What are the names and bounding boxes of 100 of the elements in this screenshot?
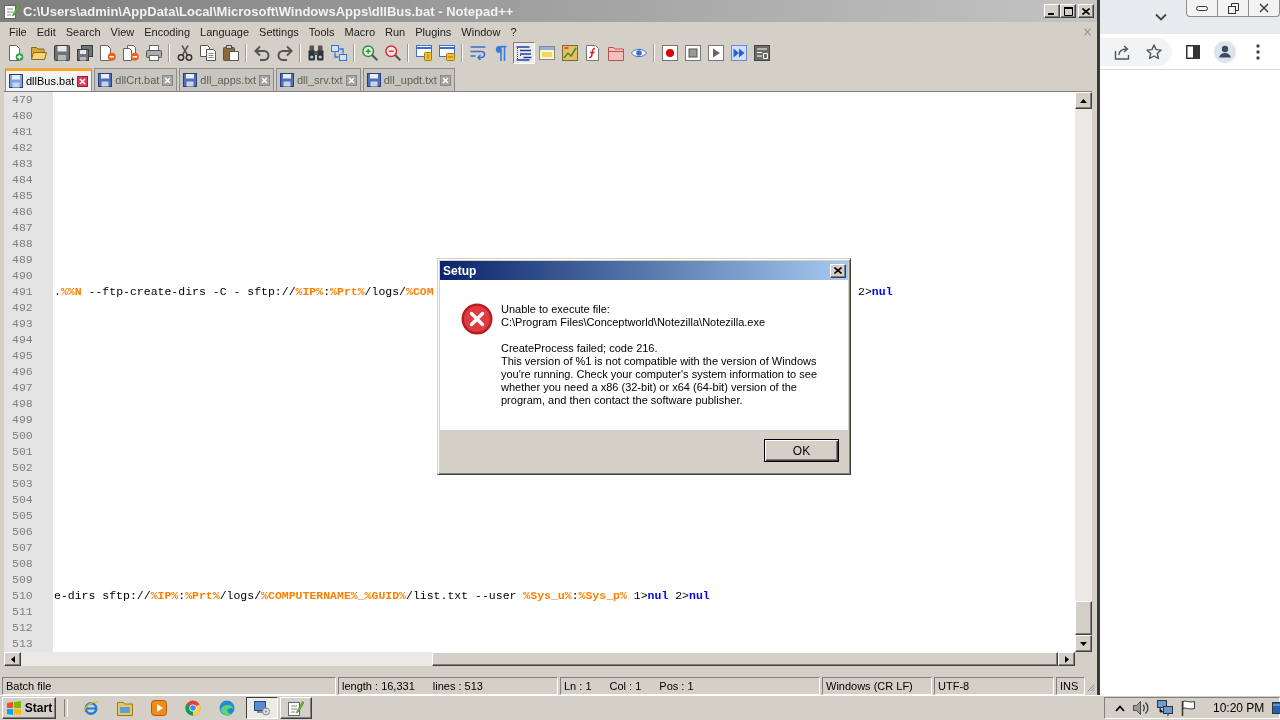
replace-icon[interactable]	[330, 45, 347, 61]
maximize-icon	[1063, 6, 1073, 16]
code-text: 2>nul	[858, 284, 893, 300]
network-icon[interactable]	[1157, 700, 1173, 716]
tab[interactable]: dll_apps.txt	[179, 68, 274, 91]
tab[interactable]: dllCrt.bat	[94, 68, 178, 91]
status-text: length : 16,331	[342, 680, 415, 692]
side-panel-icon[interactable]	[1186, 44, 1200, 59]
chevron-up-icon[interactable]	[1115, 704, 1125, 712]
tab[interactable]: dll_updt.txt	[362, 68, 455, 91]
stop-icon[interactable]	[684, 45, 701, 61]
close-button[interactable]	[1248, 0, 1280, 17]
line-number: 479	[4, 92, 53, 108]
zoom-out-icon[interactable]	[384, 45, 401, 61]
window-sync-vertical-icon[interactable]	[415, 45, 432, 61]
start-button[interactable]: Start	[2, 697, 56, 719]
computer-icon	[254, 700, 270, 716]
play-icon[interactable]	[707, 45, 724, 61]
line-number: 486	[4, 204, 53, 220]
vertical-scrollbar[interactable]	[1075, 92, 1092, 652]
line-number: 494	[4, 332, 53, 348]
taskbar-button[interactable]	[246, 697, 278, 719]
undo-icon[interactable]	[253, 45, 270, 61]
map-icon[interactable]	[561, 45, 578, 61]
chevron-down-icon[interactable]	[1155, 13, 1167, 21]
minimize-button[interactable]	[1186, 0, 1218, 17]
open-folder-icon[interactable]	[30, 45, 47, 61]
menu-item[interactable]: File	[4, 23, 32, 41]
play-icon[interactable]	[151, 700, 167, 716]
copy-icon[interactable]	[199, 45, 216, 61]
close-icon[interactable]	[345, 74, 357, 86]
page-minus-icon[interactable]	[99, 45, 116, 61]
close-icon[interactable]	[77, 75, 89, 87]
triangle-left-icon	[10, 655, 15, 663]
zoom-in-icon[interactable]	[361, 45, 378, 61]
star-icon[interactable]	[1146, 43, 1162, 60]
segmented-circle-icon[interactable]	[185, 700, 201, 716]
list-window-icon[interactable]	[753, 45, 770, 61]
menu-item[interactable]: Language	[195, 23, 255, 41]
maximize-button[interactable]	[1060, 4, 1076, 18]
speaker-icon[interactable]	[1133, 701, 1149, 715]
window-sync-horizontal-icon[interactable]	[438, 45, 455, 61]
line-number: 513	[4, 636, 53, 652]
redo-icon[interactable]	[276, 45, 293, 61]
share-icon[interactable]	[1114, 43, 1130, 60]
menu-item[interactable]: Plugins	[410, 23, 457, 41]
indent-guide-icon[interactable]	[512, 42, 535, 64]
printer-icon[interactable]	[145, 45, 162, 61]
menu-item[interactable]: View	[105, 23, 140, 41]
floppy-disks-icon[interactable]	[76, 45, 93, 61]
scroll-down-button[interactable]	[1075, 635, 1092, 652]
restore-button[interactable]	[1217, 0, 1249, 17]
ok-button[interactable]: OK	[764, 439, 839, 462]
menu-item[interactable]: Run	[380, 23, 411, 41]
menu-item[interactable]: Search	[60, 23, 106, 41]
web-browser-icon[interactable]	[83, 700, 99, 716]
tab[interactable]: dllBus.bat	[5, 68, 93, 91]
clipboard-icon[interactable]	[222, 45, 239, 61]
folder-icon[interactable]	[117, 700, 133, 716]
fast-forward-icon[interactable]	[730, 45, 747, 61]
word-wrap-icon[interactable]	[469, 45, 486, 61]
menu-item[interactable]: ?	[505, 23, 522, 41]
more-icon[interactable]	[1256, 43, 1260, 60]
status-text: INS	[1060, 680, 1079, 692]
clock[interactable]: 10:20 PM	[1213, 701, 1265, 715]
horizontal-scrollbar[interactable]	[4, 652, 1075, 666]
window-icon[interactable]	[538, 45, 555, 61]
address-bar[interactable]	[1100, 37, 1172, 66]
status-text: lines : 513	[432, 680, 483, 692]
new-file-icon[interactable]	[7, 45, 24, 61]
menu-item[interactable]: Window	[456, 23, 506, 41]
scrollbar-thumb[interactable]	[432, 652, 1058, 666]
scroll-right-button[interactable]	[1058, 652, 1075, 666]
error-icon	[461, 303, 493, 335]
line-number: 510	[4, 588, 53, 604]
flag-icon[interactable]	[1181, 700, 1195, 716]
function-page-icon[interactable]	[584, 45, 601, 61]
menu-item[interactable]: Encoding	[139, 23, 196, 41]
menu-item[interactable]: Settings	[254, 23, 304, 41]
close-icon[interactable]	[439, 74, 451, 86]
menu-item[interactable]: Macro	[339, 23, 381, 41]
close-icon[interactable]	[259, 74, 270, 86]
folder-icon[interactable]	[607, 45, 624, 61]
scroll-up-button[interactable]	[1075, 92, 1092, 109]
line-number: 506	[4, 524, 53, 540]
menu-item[interactable]: Edit	[31, 23, 61, 41]
resize-grip-icon[interactable]	[1087, 682, 1095, 694]
window-title: C:\Users\admin\AppData\Local\Microsoft\WindowsApps\dllBus.bat - Notepad++	[23, 3, 514, 19]
binoculars-icon[interactable]	[307, 45, 324, 61]
scissors-icon[interactable]	[176, 45, 193, 61]
menu-item[interactable]: Tools	[303, 23, 340, 41]
scrollbar-thumb[interactable]	[1075, 601, 1092, 635]
tab[interactable]: dll_srv.txt	[276, 68, 361, 91]
record-icon[interactable]	[661, 45, 678, 61]
close-icon[interactable]	[162, 74, 174, 86]
pages-minus-icon[interactable]	[122, 45, 139, 61]
avatar-icon[interactable]	[1214, 40, 1236, 63]
minimize-icon	[1196, 5, 1208, 11]
line-number: 499	[4, 412, 53, 428]
scroll-left-button[interactable]	[4, 652, 21, 666]
